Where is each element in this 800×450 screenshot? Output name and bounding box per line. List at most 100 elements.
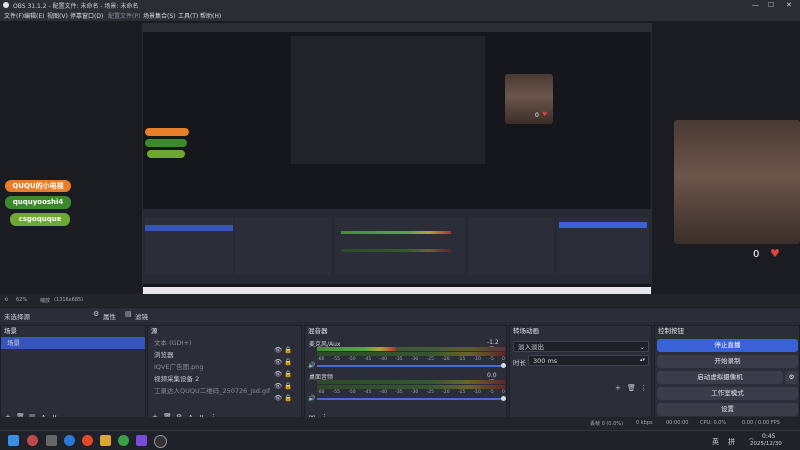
speaker-icon[interactable]: 🔊 [308,395,315,402]
volume-slider-handle[interactable] [501,396,506,401]
preview-settings-icon[interactable]: ⟲ [4,297,8,303]
scene-item[interactable]: 场景 [1,337,145,349]
preview-statusbar: ⟲ 62% 缩放 (1316x685) [0,294,800,307]
duration-input[interactable]: 300 ms ▴▾ [528,355,649,366]
source-visibility-column: 👁 🔒 👁 🔒 👁 🔒 👁 🔒 👁 🔒 [274,344,300,406]
minimize-icon[interactable]: — [752,1,759,9]
stats-bar: 丢帧 0 (0.0%) 0 kbps 00:00:00 CPU: 0.0% 0.… [0,417,800,430]
stop-streaming-button[interactable]: 停止直播 [657,339,798,352]
volume-slider[interactable] [317,398,505,400]
live-timer: 00:00:00 [666,420,689,426]
heart-icon: ♥ [770,247,780,260]
filter-icon[interactable]: ▤ [125,310,132,318]
audio-level-meter [317,347,396,351]
transitions-panel: 转场动画 淡入淡出 ⌄ 时长 300 ms ▴▾ + 🗑 ⋮ [509,325,652,424]
app-icon[interactable] [82,435,93,446]
window-title: OBS 31.1.2 - 配置文件: 未命名 - 场景: 未命名 [13,3,139,10]
filters-button[interactable]: 滤镜 [135,311,148,321]
title-bar: OBS 31.1.2 - 配置文件: 未命名 - 场景: 未命名 — ☐ ✕ [0,0,800,10]
maximize-icon[interactable]: ☐ [768,1,774,9]
close-icon[interactable]: ✕ [786,1,792,9]
transitions-header: 转场动画 [510,326,651,337]
dropped-frames: 丢帧 0 (0.0%) [590,421,623,427]
eye-icon[interactable]: 👁 🔒 [274,344,300,356]
add-icon[interactable]: + [615,384,621,392]
more-icon[interactable]: ⋮ [640,384,647,392]
app-icon[interactable] [27,435,38,446]
menu-scene-collection[interactable]: 场景集合(S) [143,11,176,20]
gear-icon[interactable]: ⚙ [93,310,99,318]
menu-bar: 文件(F) 编辑(E) 视图(V) 停靠窗口(D) 配置文件(P) 场景集合(S… [0,10,800,21]
audio-level-meter [317,352,505,356]
controls-header: 控制按钮 [655,326,799,337]
spin-icon: ▴▾ [639,357,645,363]
menu-view[interactable]: 视图(V) [47,11,68,20]
start-virtual-camera-button[interactable]: 启动虚拟摄像机 [657,371,783,384]
scale-resolution: (1316x685) [54,297,84,303]
duration-label: 时长 [513,359,526,367]
ime-indicator[interactable]: 英 [712,437,719,447]
mixer-panel: 混音器 麦克风/Aux -1.2 dB -60-55-50-45-40-35-3… [304,325,507,424]
studio-mode-button[interactable]: 工作室模式 [657,387,798,400]
obs-icon[interactable] [154,435,167,448]
nested-badge-wechat [145,139,187,147]
fps: 0.00 / 0.00 FPS [742,420,780,426]
menu-edit[interactable]: 编辑(E) [24,11,44,20]
obs-logo-icon [3,2,9,8]
overlay-badge-tv: QUQU的小电视 [5,180,71,192]
volume-slider-handle[interactable] [501,363,506,368]
audio-level-meter [317,385,505,389]
mixer-scale: -60 -55 -50 -45 -40 -35 -30 -25 -20 -15 -10 -5 0 [317,390,505,395]
sources-header: 源 [148,326,301,337]
trash-icon[interactable]: 🗑 [627,384,636,392]
nested-docks [143,209,651,284]
audio-level-meter [317,380,505,384]
eye-icon[interactable]: 👁 🔒 [274,380,300,392]
menu-docks[interactable]: 停靠窗口(D) [70,11,103,20]
eye-icon[interactable]: 👁 🔒 [274,392,300,404]
mixer-scale: -60 -55 -50 -45 -40 -35 -30 -25 -20 -15 -10 -5 0 [317,357,505,362]
properties-button[interactable]: 属性 [103,311,116,321]
docks-area: 未选择源 ⚙ 属性 ▤ 滤镜 场景 场景 + 🗑 ▥ ∧ ∨ 源 文本 (GDI… [0,308,800,424]
clock-date: 2025/12/30 [750,441,782,447]
nested-titlebar [143,24,651,32]
app-icon[interactable] [64,435,75,446]
volume-slider[interactable] [317,365,505,367]
like-count-large: 0 [753,249,760,260]
app-icon[interactable] [136,435,147,446]
eye-icon[interactable]: 👁 🔒 [274,356,300,368]
nested-like-count: 0 [535,112,539,119]
nested-badge-tv [145,128,189,136]
source-item[interactable]: 工录达人QUQU二维码_250726_jsd.gif [148,385,272,397]
transition-type-select[interactable]: 淡入淡出 ⌄ [513,341,649,352]
no-source-selected: 未选择源 [4,313,30,321]
scenes-header: 场景 [1,326,145,337]
heart-icon: ♥ [542,111,548,118]
cpu-usage: CPU: 0.0% [700,420,727,426]
webcam-frame-large [674,120,800,244]
menu-profile[interactable]: 配置文件(P) [108,11,140,20]
menu-file[interactable]: 文件(F) [4,11,24,20]
controls-panel: 控制按钮 停止直播 开始录制 启动虚拟摄像机 ⚙ 工作室模式 设置 [654,325,800,424]
menu-help[interactable]: 帮助(H) [200,11,221,20]
nested-preview-inner [291,36,485,164]
ime-mode[interactable]: 拼 [728,437,735,447]
eye-icon[interactable]: 👁 🔒 [274,368,300,380]
overlay-badge-wechat: ququyooshi4 [5,196,71,209]
transitions-footer: + 🗑 ⋮ [510,384,651,395]
menu-tools[interactable]: 工具(T) [178,11,198,20]
nested-obs-preview: 0 ♥ [142,23,652,297]
speaker-icon[interactable]: 🔊 [308,362,315,369]
overlay-badge-csgo: csgoquque [10,213,70,226]
search-icon[interactable] [46,435,57,446]
windows-start-icon[interactable] [8,435,19,446]
nested-badge-csgo [147,150,185,158]
mixer-header: 混音器 [305,326,506,337]
virtual-camera-settings-icon[interactable]: ⚙ [785,371,798,384]
browser-icon[interactable] [118,435,129,446]
source-toolbar: 未选择源 ⚙ 属性 ▤ 滤镜 [0,308,800,322]
start-recording-button[interactable]: 开始录制 [657,355,798,368]
folder-icon[interactable] [100,435,111,446]
settings-button[interactable]: 设置 [657,403,798,416]
windows-taskbar: 英 拼 ⌔ 0:45 2025/12/30 [0,430,800,450]
